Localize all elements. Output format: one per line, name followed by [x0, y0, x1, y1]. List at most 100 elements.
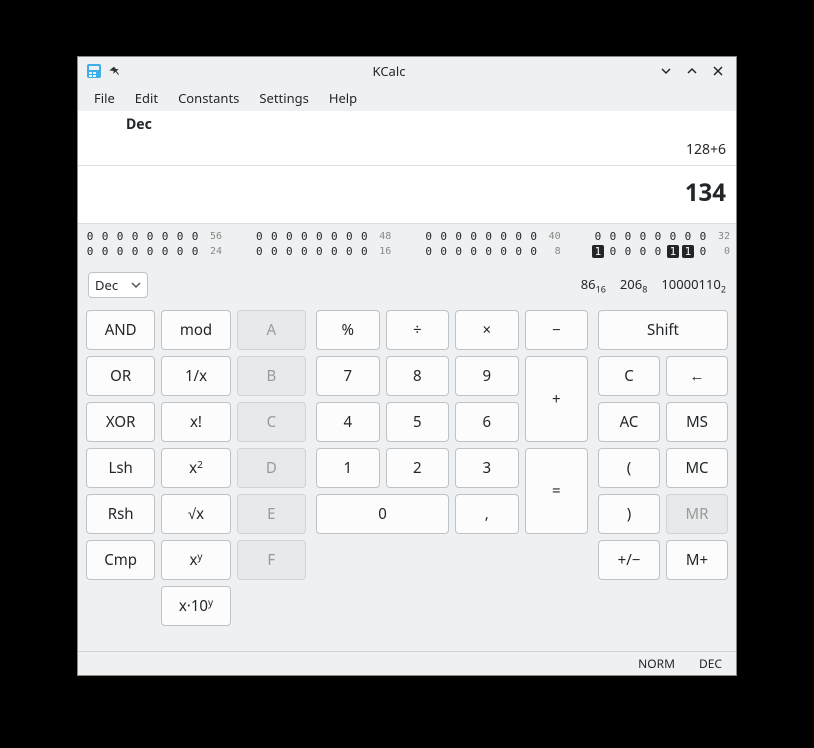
square-button[interactable]: x2 — [161, 448, 230, 488]
maximize-button[interactable] — [682, 61, 702, 81]
cmp-button[interactable]: Cmp — [86, 540, 155, 580]
right-paren-button[interactable]: ) — [598, 494, 660, 534]
bit-toggle[interactable]: 0 — [438, 230, 450, 243]
percent-button[interactable]: % — [316, 310, 380, 350]
bit-toggle[interactable]: 0 — [423, 245, 435, 258]
left-paren-button[interactable]: ( — [598, 448, 660, 488]
bit-toggle[interactable]: 0 — [513, 245, 525, 258]
mod-button[interactable]: mod — [161, 310, 230, 350]
d-button[interactable]: D — [237, 448, 306, 488]
bit-toggle[interactable]: 0 — [268, 245, 280, 258]
nine-button[interactable]: 9 — [455, 356, 519, 396]
menu-file[interactable]: File — [84, 85, 125, 111]
bit-toggle[interactable]: 0 — [453, 245, 465, 258]
bit-toggle[interactable]: 0 — [343, 230, 355, 243]
bit-toggle[interactable]: 0 — [592, 230, 604, 243]
bit-toggle[interactable]: 0 — [298, 230, 310, 243]
b-button[interactable]: B — [237, 356, 306, 396]
bit-toggle[interactable]: 0 — [174, 230, 186, 243]
bit-toggle[interactable]: 0 — [159, 230, 171, 243]
add-button[interactable]: + — [525, 356, 589, 442]
bit-toggle[interactable]: 0 — [313, 245, 325, 258]
bit-toggle[interactable]: 0 — [283, 230, 295, 243]
four-button[interactable]: 4 — [316, 402, 380, 442]
memory-clear-button[interactable]: MC — [666, 448, 728, 488]
bit-toggle[interactable]: 0 — [483, 230, 495, 243]
all-clear-button[interactable]: AC — [598, 402, 660, 442]
sci-notation-button[interactable]: x·10y — [161, 586, 230, 626]
two-button[interactable]: 2 — [386, 448, 450, 488]
bit-toggle[interactable]: 0 — [189, 230, 201, 243]
bit-toggle[interactable]: 0 — [253, 245, 265, 258]
bit-toggle[interactable]: 0 — [682, 230, 694, 243]
factorial-button[interactable]: x! — [161, 402, 230, 442]
shift-button[interactable]: Shift — [598, 310, 728, 350]
bit-toggle[interactable]: 0 — [528, 230, 540, 243]
bit-toggle[interactable]: 0 — [498, 230, 510, 243]
menu-edit[interactable]: Edit — [125, 85, 168, 111]
bit-toggle[interactable]: 0 — [129, 245, 141, 258]
subtract-button[interactable]: − — [525, 310, 589, 350]
six-button[interactable]: 6 — [455, 402, 519, 442]
one-button[interactable]: 1 — [316, 448, 380, 488]
bit-toggle[interactable]: 0 — [328, 230, 340, 243]
seven-button[interactable]: 7 — [316, 356, 380, 396]
rsh-button[interactable]: Rsh — [86, 494, 155, 534]
bit-toggle[interactable]: 0 — [637, 230, 649, 243]
and-button[interactable]: AND — [86, 310, 155, 350]
power-button[interactable]: xy — [161, 540, 230, 580]
bit-toggle[interactable]: 0 — [498, 245, 510, 258]
xor-button[interactable]: XOR — [86, 402, 155, 442]
five-button[interactable]: 5 — [386, 402, 450, 442]
bit-toggle[interactable]: 0 — [358, 230, 370, 243]
bit-toggle[interactable]: 1 — [667, 245, 679, 258]
bit-toggle[interactable]: 0 — [159, 245, 171, 258]
pin-icon[interactable] — [108, 64, 122, 78]
sqrt-button[interactable]: √x — [161, 494, 230, 534]
bit-toggle[interactable]: 0 — [328, 245, 340, 258]
bit-toggle[interactable]: 0 — [652, 230, 664, 243]
bit-toggle[interactable]: 0 — [453, 230, 465, 243]
menu-settings[interactable]: Settings — [249, 85, 318, 111]
clear-button[interactable]: C — [598, 356, 660, 396]
menu-help[interactable]: Help — [319, 85, 367, 111]
equals-button[interactable]: = — [525, 448, 589, 534]
bit-toggle[interactable]: 0 — [268, 230, 280, 243]
f-button[interactable]: F — [237, 540, 306, 580]
eight-button[interactable]: 8 — [386, 356, 450, 396]
memory-recall-button[interactable]: MR — [666, 494, 728, 534]
three-button[interactable]: 3 — [455, 448, 519, 488]
e-button[interactable]: E — [237, 494, 306, 534]
bit-toggle[interactable]: 1 — [592, 245, 604, 258]
bit-toggle[interactable]: 0 — [637, 245, 649, 258]
bit-toggle[interactable]: 0 — [99, 230, 111, 243]
menu-constants[interactable]: Constants — [168, 85, 249, 111]
minimize-button[interactable] — [656, 61, 676, 81]
bit-toggle[interactable]: 0 — [144, 230, 156, 243]
bit-toggle[interactable]: 0 — [483, 245, 495, 258]
bit-toggle[interactable]: 0 — [513, 230, 525, 243]
bit-toggle[interactable]: 0 — [283, 245, 295, 258]
bit-toggle[interactable]: 0 — [114, 230, 126, 243]
bit-toggle[interactable]: 0 — [99, 245, 111, 258]
c-button[interactable]: C — [237, 402, 306, 442]
bit-toggle[interactable]: 0 — [468, 245, 480, 258]
bit-toggle[interactable]: 0 — [667, 230, 679, 243]
bit-toggle[interactable]: 0 — [652, 245, 664, 258]
bit-toggle[interactable]: 0 — [607, 230, 619, 243]
a-button[interactable]: A — [237, 310, 306, 350]
bit-toggle[interactable]: 0 — [438, 245, 450, 258]
multiply-button[interactable]: × — [455, 310, 519, 350]
bit-toggle[interactable]: 0 — [358, 245, 370, 258]
bit-toggle[interactable]: 0 — [607, 245, 619, 258]
bit-toggle[interactable]: 0 — [622, 245, 634, 258]
bit-toggle[interactable]: 0 — [423, 230, 435, 243]
bit-toggle[interactable]: 0 — [84, 230, 96, 243]
bit-toggle[interactable]: 0 — [697, 230, 709, 243]
divide-button[interactable]: ÷ — [386, 310, 450, 350]
bit-toggle[interactable]: 0 — [253, 230, 265, 243]
bit-toggle[interactable]: 0 — [298, 245, 310, 258]
bit-toggle[interactable]: 0 — [174, 245, 186, 258]
bit-toggle[interactable]: 0 — [129, 230, 141, 243]
bit-toggle[interactable]: 0 — [343, 245, 355, 258]
